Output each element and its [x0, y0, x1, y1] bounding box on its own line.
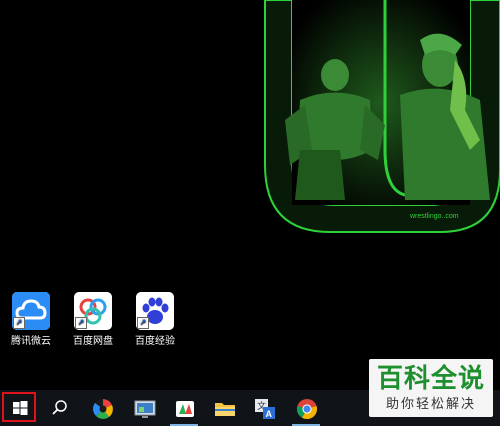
cards-app-icon — [176, 401, 194, 417]
taskbar-translator[interactable]: 文 A — [244, 390, 284, 426]
desktop-icon-baidu-netdisk[interactable]: ↗ 百度网盘 — [64, 292, 122, 348]
shortcut-arrow-icon: ↗ — [137, 317, 149, 329]
desktop-icon-label: 腾讯微云 — [11, 336, 51, 347]
monitor-app-icon — [134, 400, 156, 418]
baidu-netdisk-icon: ↗ — [74, 292, 112, 330]
folder-icon — [215, 403, 235, 416]
search-icon — [52, 400, 67, 415]
baike-watermark: 百科全说 助你轻松解决 — [369, 359, 493, 417]
chrome-icon — [296, 399, 317, 420]
colorful-pinwheel-icon — [93, 399, 113, 419]
watermark-subtitle: 助你轻松解决 — [385, 396, 476, 411]
weiyun-cloud-icon: ↗ — [12, 292, 50, 330]
search-button[interactable] — [40, 390, 80, 426]
taskbar-app-cards[interactable] — [164, 390, 204, 426]
taskbar-chrome[interactable] — [286, 390, 326, 426]
taskbar-file-explorer[interactable] — [204, 390, 244, 426]
svg-text:A: A — [266, 409, 273, 419]
desktop-icon-label: 百度网盘 — [73, 336, 113, 347]
taskbar-app-monitor[interactable] — [124, 390, 164, 426]
taskbar-app-colorful[interactable] — [82, 390, 122, 426]
desktop-icon-label: 百度经验 — [135, 336, 175, 347]
desktop-icon-baidu-jingyan[interactable]: ↗ 百度经验 — [126, 292, 184, 348]
shortcut-arrow-icon: ↗ — [75, 317, 87, 329]
start-button-highlight — [2, 392, 36, 422]
watermark-title: 百科全说 — [376, 363, 485, 393]
baidu-paw-icon: ↗ — [136, 292, 174, 330]
wallpaper-watermark: wrestlingo..com — [409, 213, 459, 220]
shortcut-arrow-icon: ↗ — [13, 317, 25, 329]
desktop-icon-weiyun[interactable]: ↗ 腾讯微云 — [2, 292, 60, 348]
translate-icon: 文 A — [255, 399, 275, 419]
